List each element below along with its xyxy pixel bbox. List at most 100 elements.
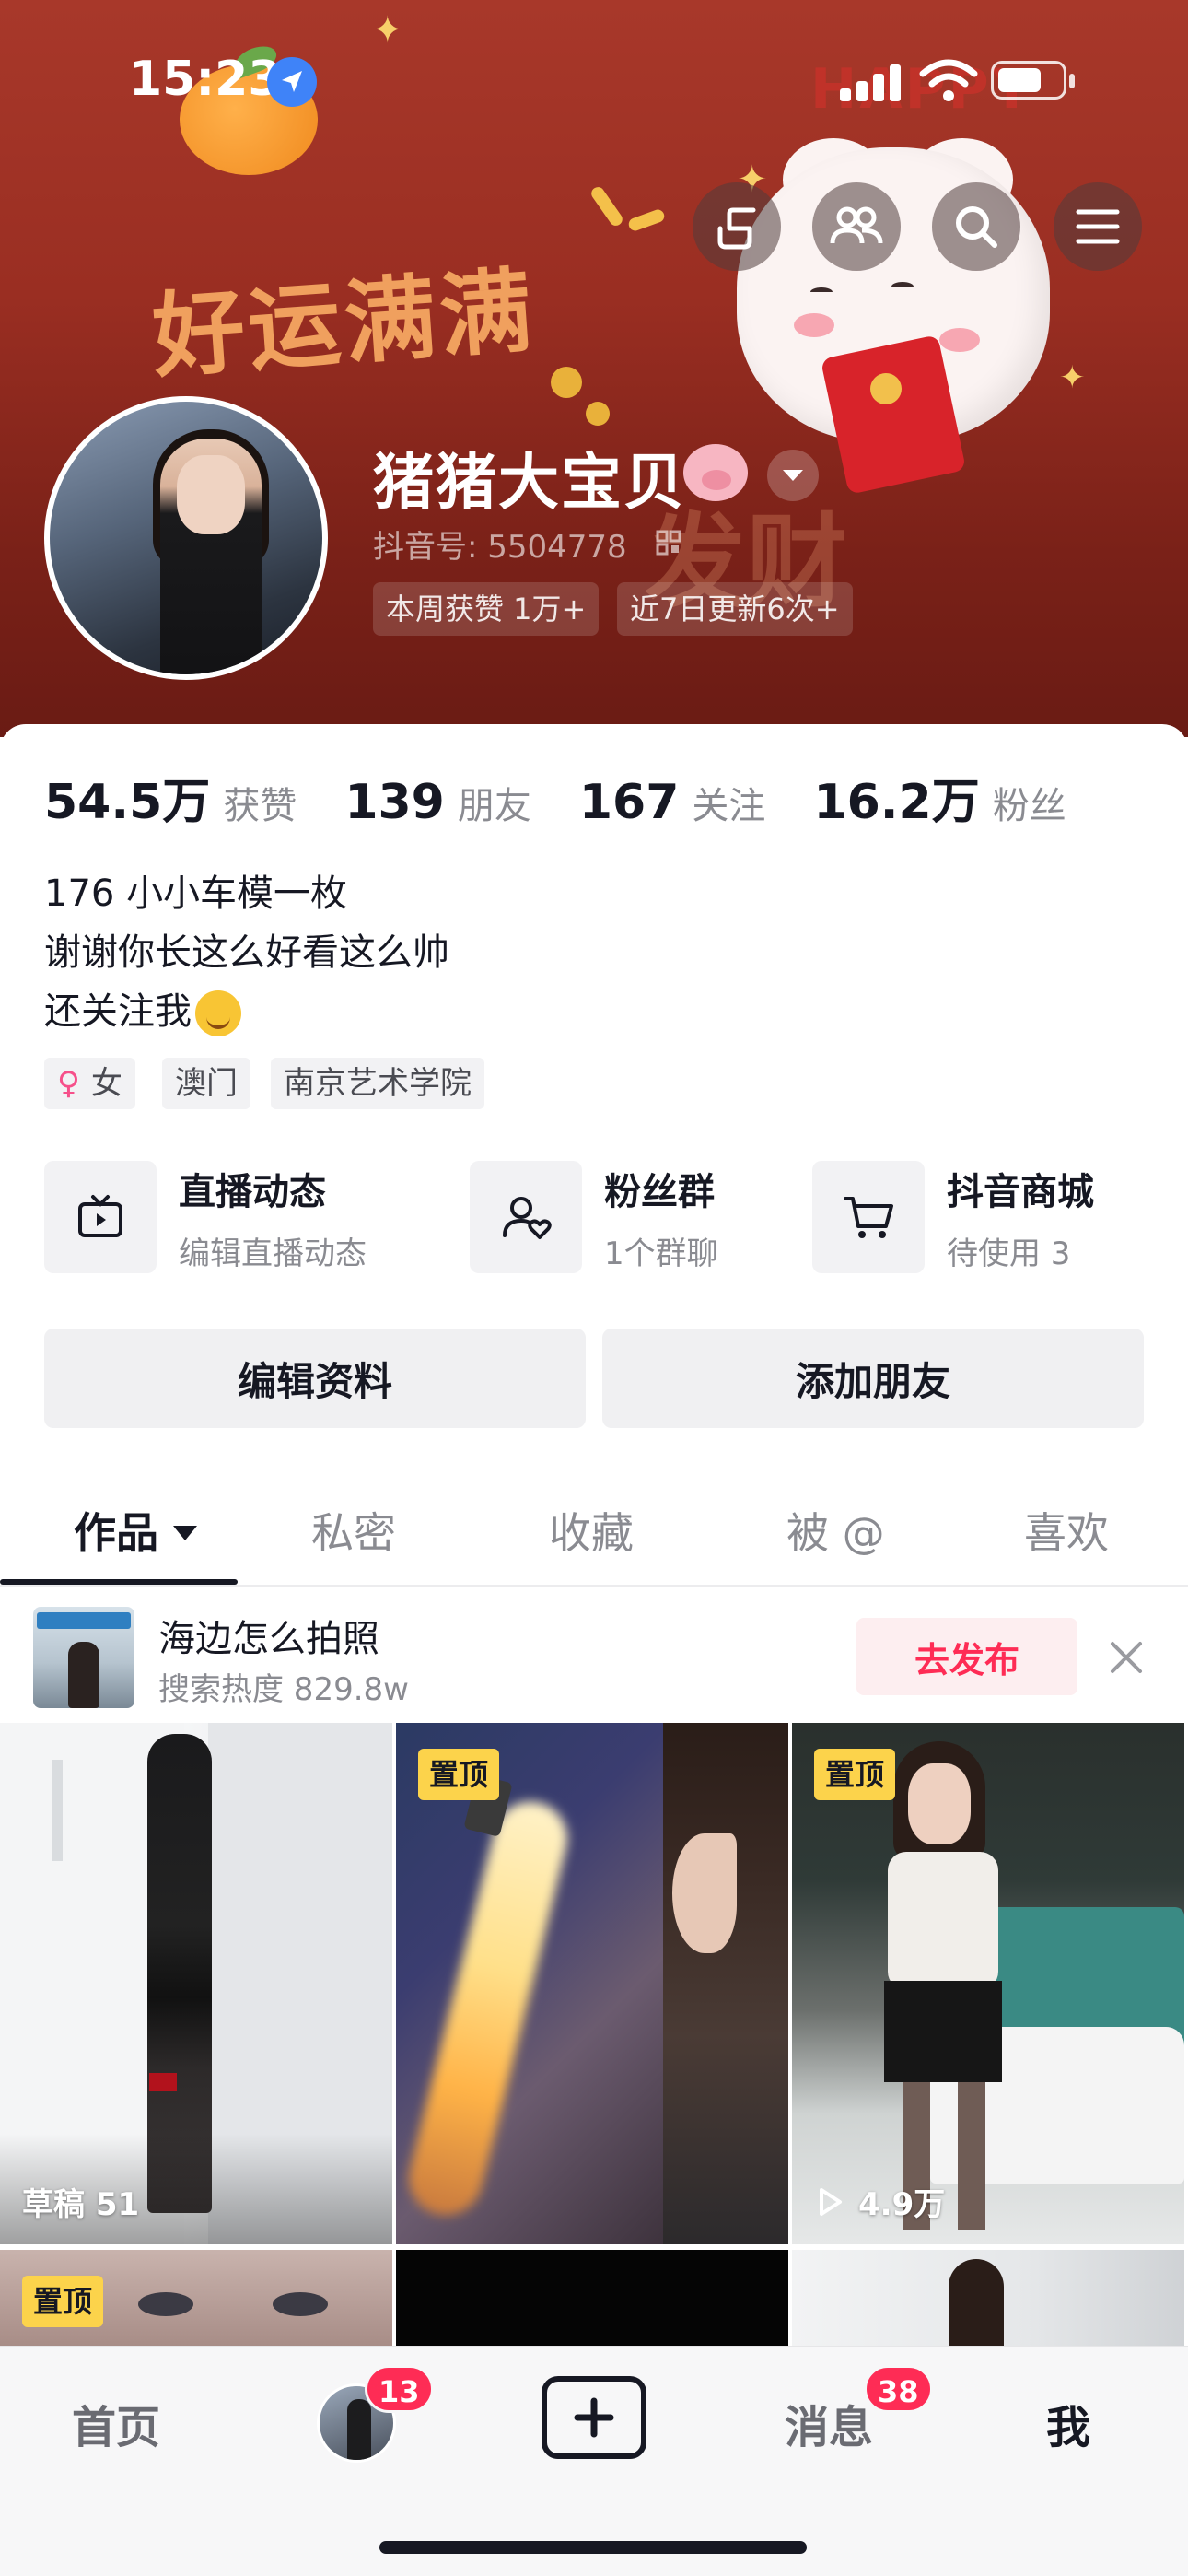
search-button[interactable] xyxy=(932,182,1020,271)
bio-line: 176 小小车模一枚 xyxy=(44,872,348,915)
profile-stats: 54.5万 获赞 139 朋友 167 关注 16.2万 粉丝 xyxy=(44,763,1114,832)
stat-followers-label: 粉丝 xyxy=(992,785,1066,827)
pig-snout xyxy=(702,470,731,490)
status-time: 15:23 xyxy=(129,52,282,107)
fan-group-title: 粉丝群 xyxy=(604,1170,715,1213)
stat-likes-count: 54.5万 xyxy=(44,775,211,830)
bunny-cheek xyxy=(939,328,980,352)
coin-decoration xyxy=(586,402,610,426)
profile-avatar[interactable] xyxy=(44,396,328,680)
live-activity-entry[interactable]: 直播动态 编辑直播动态 xyxy=(44,1161,367,1273)
video-thumbnail-pinned-2[interactable]: 置顶 4.9万 xyxy=(792,1723,1184,2244)
tab-works-label: 作品 xyxy=(74,1508,158,1558)
sparkle-icon: ✦ xyxy=(372,9,403,52)
douyin-mall-entry[interactable]: 抖音商城 待使用 3 xyxy=(812,1161,1094,1273)
douyin-id[interactable]: 抖音号: 5504778 xyxy=(373,521,627,567)
search-icon xyxy=(956,206,997,248)
tab-likes[interactable]: 喜欢 xyxy=(1024,1500,1109,1561)
tab-active-indicator xyxy=(0,1579,238,1585)
nav-me[interactable]: 我 xyxy=(1046,2391,1090,2455)
profile-name: 猪猪大宝贝 xyxy=(373,447,686,518)
tab-mentions[interactable]: 被 @ xyxy=(786,1500,885,1561)
hot-search-title: 海边怎么拍照 xyxy=(158,1618,379,1660)
plus-icon xyxy=(574,2397,614,2438)
stat-friends-label: 朋友 xyxy=(457,785,531,827)
nav-messages[interactable]: 消息 xyxy=(785,2391,873,2455)
video-thumbnail-draft[interactable]: 草稿 51 xyxy=(0,1723,392,2244)
decoration-dash xyxy=(588,184,625,228)
live-activity-sub: 编辑直播动态 xyxy=(179,1235,367,1272)
create-button[interactable] xyxy=(542,2376,646,2459)
profile-tabs: 作品 私密 收藏 被 @ 喜欢 xyxy=(0,1483,1188,1587)
smile-emoji-icon xyxy=(195,990,241,1036)
tv-icon-box xyxy=(44,1161,157,1273)
play-icon xyxy=(820,2187,842,2216)
hand-pointer-icon xyxy=(717,207,756,250)
hamburger-menu-icon xyxy=(1076,209,1120,244)
friends-button[interactable] xyxy=(812,182,901,271)
messages-notification-badge: 38 xyxy=(864,2365,933,2413)
caret-down-icon xyxy=(173,1525,197,1540)
friends-notification-badge: 13 xyxy=(365,2365,434,2413)
stat-following[interactable]: 167 关注 xyxy=(579,775,766,830)
stat-following-label: 关注 xyxy=(692,785,766,827)
decoration-dash xyxy=(626,207,667,233)
fan-group-entry[interactable]: 粉丝群 1个群聊 xyxy=(470,1161,718,1273)
fan-group-sub: 1个群聊 xyxy=(604,1235,718,1272)
bio-line: 还关注我 xyxy=(44,990,192,1033)
cellular-signal-icon xyxy=(840,64,904,101)
home-indicator xyxy=(379,2541,807,2554)
video-thumbnail-dark[interactable] xyxy=(396,2250,788,2346)
video-play-count: 4.9万 xyxy=(814,2179,945,2224)
bunny-eye xyxy=(810,287,833,297)
stat-likes-label: 获赞 xyxy=(223,785,297,827)
banner-deco-text: 好运满满 xyxy=(148,255,540,392)
coin-decoration xyxy=(551,367,582,398)
gender-label: 女 xyxy=(90,1065,122,1102)
people-icon xyxy=(830,206,883,244)
tab-works[interactable]: 作品 xyxy=(74,1500,197,1561)
battery-tip xyxy=(1069,74,1075,88)
pinned-badge: 置顶 xyxy=(418,1749,500,1800)
hot-search-heat: 搜索热度 829.8w xyxy=(158,1671,409,1708)
go-publish-button[interactable]: 去发布 xyxy=(856,1618,1077,1695)
fan-group-icon-box xyxy=(470,1161,582,1273)
tab-private[interactable]: 私密 xyxy=(311,1500,396,1561)
wifi-icon xyxy=(919,59,978,101)
update-frequency-badge[interactable]: 近7日更新6次+ xyxy=(617,582,853,636)
hot-search-banner[interactable]: 海边怎么拍照 搜索热度 829.8w 去发布 xyxy=(0,1588,1188,1723)
location-tag: 澳门 xyxy=(162,1058,250,1109)
pinned-badge: 置顶 xyxy=(814,1749,896,1800)
edit-profile-button[interactable]: 编辑资料 xyxy=(44,1329,586,1428)
live-activity-title: 直播动态 xyxy=(179,1170,326,1213)
menu-button[interactable] xyxy=(1054,182,1142,271)
school-tag[interactable]: 南京艺术学院 xyxy=(271,1058,484,1109)
qr-code-icon[interactable] xyxy=(656,530,681,556)
stat-followers[interactable]: 16.2万 粉丝 xyxy=(813,763,1066,832)
fan-group-icon xyxy=(503,1197,552,1239)
bio-line: 谢谢你长这么好看这么帅 xyxy=(44,931,449,974)
account-switch-button[interactable] xyxy=(767,450,819,501)
cart-icon-box xyxy=(812,1161,925,1273)
add-friend-button[interactable]: 添加朋友 xyxy=(602,1329,1144,1428)
chevron-down-icon xyxy=(783,470,803,481)
tab-favorites[interactable]: 收藏 xyxy=(549,1500,634,1561)
tap-gesture-button[interactable] xyxy=(693,182,781,271)
close-icon[interactable] xyxy=(1105,1636,1147,1679)
weekly-likes-badge[interactable]: 本周获赞 1万+ xyxy=(373,582,600,636)
video-thumbnail-pinned[interactable]: 置顶 xyxy=(396,1723,788,2244)
stat-friends[interactable]: 139 朋友 xyxy=(344,775,531,830)
douyin-mall-sub: 待使用 3 xyxy=(947,1235,1071,1272)
bunny-cheek xyxy=(794,313,834,337)
douyin-mall-title: 抖音商城 xyxy=(947,1170,1094,1213)
stat-following-count: 167 xyxy=(578,775,680,830)
video-thumbnail-6[interactable] xyxy=(792,2250,1184,2346)
location-arrow-icon xyxy=(267,57,317,107)
nav-home[interactable]: 首页 xyxy=(72,2391,160,2455)
stat-likes[interactable]: 54.5万 获赞 xyxy=(44,763,297,832)
stat-friends-count: 139 xyxy=(344,775,445,830)
video-thumbnail-pinned-3[interactable]: 置顶 xyxy=(0,2250,392,2346)
stat-followers-count: 16.2万 xyxy=(813,775,980,830)
female-icon: ♀ xyxy=(57,1065,80,1102)
gender-tag: ♀ 女 xyxy=(44,1058,135,1109)
